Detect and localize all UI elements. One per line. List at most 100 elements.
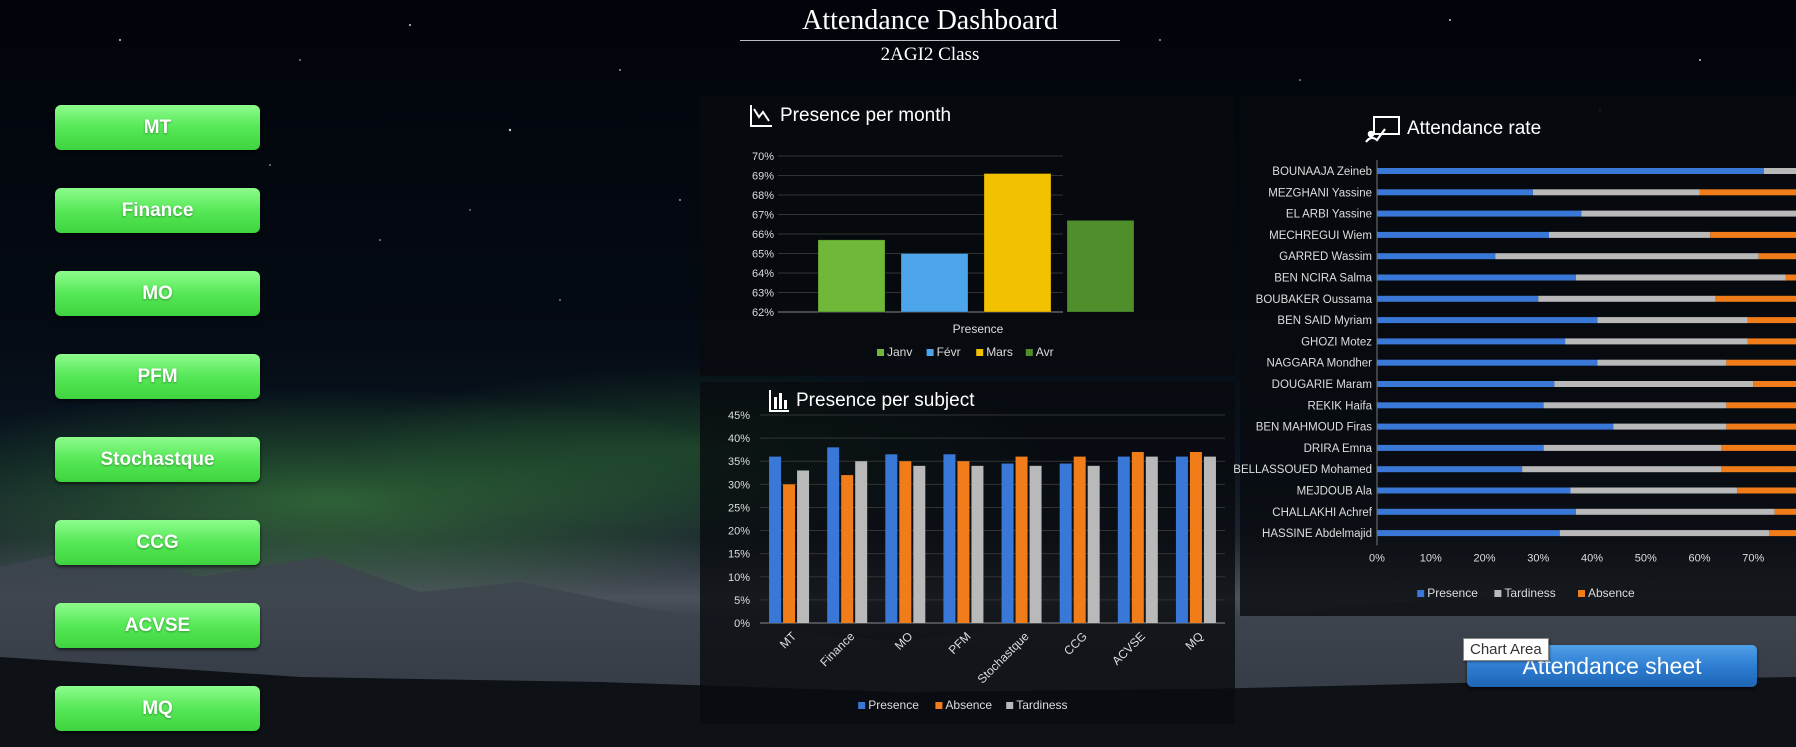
- bar-mars: [983, 173, 1052, 313]
- bar-absence: [957, 461, 970, 623]
- bar-absence: [1769, 530, 1796, 537]
- title-divider: [740, 40, 1120, 41]
- bar-tardiness: [1532, 189, 1700, 196]
- page-subtitle: 2AGI2 Class: [880, 44, 980, 65]
- category-label: DOUGARIE Maram: [1272, 379, 1372, 391]
- bar-tardiness: [1145, 456, 1158, 623]
- bar-tardiness: [1559, 530, 1770, 537]
- bar-tardiness: [1495, 253, 1759, 260]
- x-tick-label: 0%: [1369, 552, 1385, 564]
- bar-tardiness: [1764, 168, 1796, 174]
- month-chart: 62% 63% 64% 65% 66% 67% 68% 69% 70% Presence Janv F…: [752, 151, 1135, 359]
- bar-presence: [1377, 423, 1614, 430]
- category-label: GARRED Wassim: [1279, 251, 1372, 263]
- y-tick-label: 62%: [752, 307, 774, 319]
- bar-tardiness: [855, 461, 868, 623]
- bar-tardiness: [1549, 231, 1711, 238]
- legend-swatch: [858, 702, 866, 709]
- x-tick-label: ACVSE: [1109, 629, 1148, 668]
- x-tick-label: 10%: [1420, 552, 1442, 564]
- chart-area-tooltip: Chart Area: [1463, 638, 1549, 661]
- nav-button-mq[interactable]: MQ: [55, 686, 260, 731]
- bar-tardiness: [1597, 359, 1727, 366]
- bar-presence: [1117, 456, 1130, 623]
- y-tick-label: 45%: [728, 410, 750, 422]
- category-label: DRIRA Emna: [1304, 443, 1373, 455]
- nav-button-acvse[interactable]: ACVSE: [55, 603, 260, 648]
- bar-tardiness: [1538, 295, 1716, 302]
- y-tick-label: 69%: [752, 171, 774, 183]
- bar-absence: [1726, 402, 1796, 409]
- bar-absence: [1737, 487, 1796, 494]
- rate-chart: BOUNAAJA Zeineb MEZGHANI Yassine EL ARBI Y…: [1233, 160, 1796, 600]
- category-label: MEZGHANI Yassine: [1268, 187, 1372, 199]
- bar-absence: [1753, 381, 1796, 387]
- nav-button-mt[interactable]: MT: [55, 105, 260, 150]
- legend-swatch: [1494, 590, 1502, 597]
- bar-tardiness: [1575, 508, 1775, 515]
- bar-avr: [1066, 219, 1135, 313]
- bar-presence: [1377, 508, 1576, 515]
- bar-absence: [1747, 317, 1796, 324]
- bar-presence: [1377, 189, 1533, 196]
- nav-button-stochastque[interactable]: Stochastque: [55, 437, 260, 482]
- bar-presence: [1377, 338, 1566, 345]
- bar-presence: [1377, 210, 1582, 217]
- legend-swatch: [1025, 349, 1033, 356]
- bar-presence: [1377, 317, 1598, 324]
- category-label: NAGGARA Mondher: [1267, 358, 1373, 370]
- category-label: HASSINE Abdelmajid: [1262, 528, 1372, 540]
- rate-chart-title: Attendance rate: [1365, 115, 1541, 143]
- legend-swatch: [976, 349, 984, 356]
- x-tick-label: 50%: [1635, 552, 1657, 564]
- nav-button-finance[interactable]: Finance: [55, 188, 260, 233]
- x-tick-label: Stochastque: [975, 629, 1032, 686]
- y-tick-label: 0%: [734, 618, 750, 630]
- bar-tardiness: [1565, 338, 1748, 345]
- bar-tardiness: [1575, 274, 1786, 281]
- y-tick-label: 70%: [752, 151, 774, 163]
- bar-presence: [943, 454, 956, 623]
- x-tick-label: 60%: [1688, 552, 1710, 564]
- category-label: BEN MAHMOUD Firas: [1256, 422, 1373, 434]
- legend-swatch: [926, 349, 934, 356]
- month-chart-title-text: Presence per month: [780, 105, 952, 126]
- bar-tardiness: [1543, 402, 1727, 409]
- bar-absence: [1131, 451, 1144, 623]
- bar-tardiness: [1203, 456, 1216, 623]
- x-tick-label: Finance: [817, 629, 857, 669]
- bar-absence: [1721, 466, 1796, 473]
- legend-swatch: [1006, 702, 1014, 709]
- legend-label: Presence: [868, 698, 919, 712]
- rate-chart-title-text: Attendance rate: [1407, 118, 1542, 139]
- category-label: CHALLAKHI Achref: [1272, 507, 1373, 519]
- category-label: REKIK Haifa: [1307, 400, 1372, 412]
- x-tick-label: 30%: [1527, 552, 1549, 564]
- bar-absence: [1710, 231, 1796, 238]
- bar-absence: [1747, 338, 1796, 345]
- bar-presence: [885, 454, 898, 623]
- bar-tardiness: [1543, 444, 1721, 451]
- bar-tardiness: [971, 465, 984, 623]
- line-chart-icon: [750, 105, 772, 127]
- bar-févr: [900, 253, 969, 313]
- category-label: BOUNAAJA Zeineb: [1272, 166, 1372, 178]
- bar-tardiness: [1570, 487, 1738, 494]
- category-label: BEN NCIRA Salma: [1274, 273, 1372, 285]
- y-tick-label: 5%: [734, 595, 750, 607]
- nav-button-pfm[interactable]: PFM: [55, 354, 260, 399]
- category-label: MEJDOUB Ala: [1297, 486, 1373, 498]
- legend-swatch: [877, 349, 884, 356]
- bar-absence: [1715, 295, 1796, 302]
- category-label: BEN SAID Myriam: [1277, 315, 1372, 327]
- subject-chart: 0% 5% 10% 15% 20% 25% 30% 35% 40% 45% MT Finance MO P…: [728, 410, 1225, 712]
- bar-presence: [1001, 463, 1014, 623]
- dashboard-header: Attendance Dashboard 2AGI2 Class: [740, 4, 1120, 67]
- y-tick-label: 30%: [728, 479, 750, 491]
- x-tick-label: 40%: [1581, 552, 1603, 564]
- bar-presence: [1377, 444, 1544, 451]
- nav-button-mo[interactable]: MO: [55, 271, 260, 316]
- y-tick-label: 25%: [728, 502, 750, 514]
- nav-button-ccg[interactable]: CCG: [55, 520, 260, 565]
- bar-absence: [1758, 253, 1796, 260]
